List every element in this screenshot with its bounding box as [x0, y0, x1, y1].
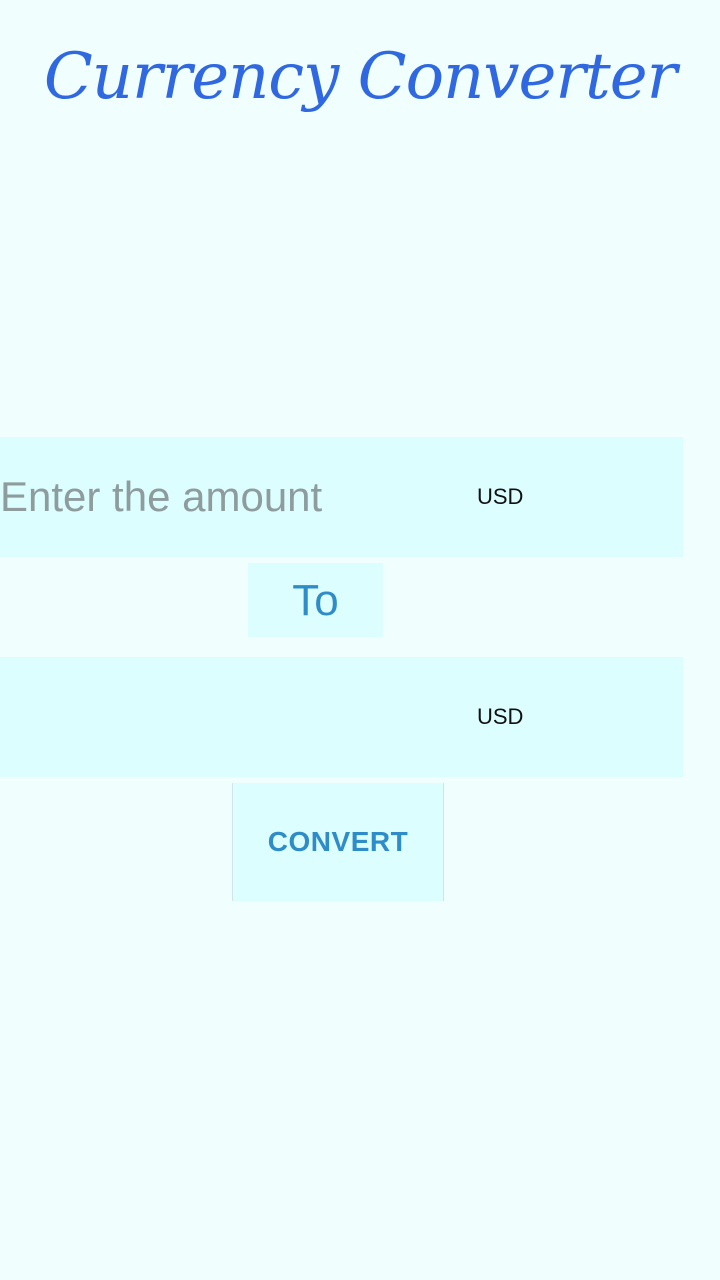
app-title: Currency Converter [43, 40, 677, 114]
from-currency-select[interactable]: USD [477, 437, 523, 557]
converted-amount-field [0, 657, 420, 777]
from-row: USD [0, 437, 683, 557]
convert-button[interactable]: CONVERT [232, 783, 444, 901]
to-currency-select[interactable]: USD [477, 657, 523, 777]
to-label: To [248, 563, 383, 637]
amount-input[interactable] [0, 437, 420, 557]
to-row: USD [0, 657, 683, 777]
